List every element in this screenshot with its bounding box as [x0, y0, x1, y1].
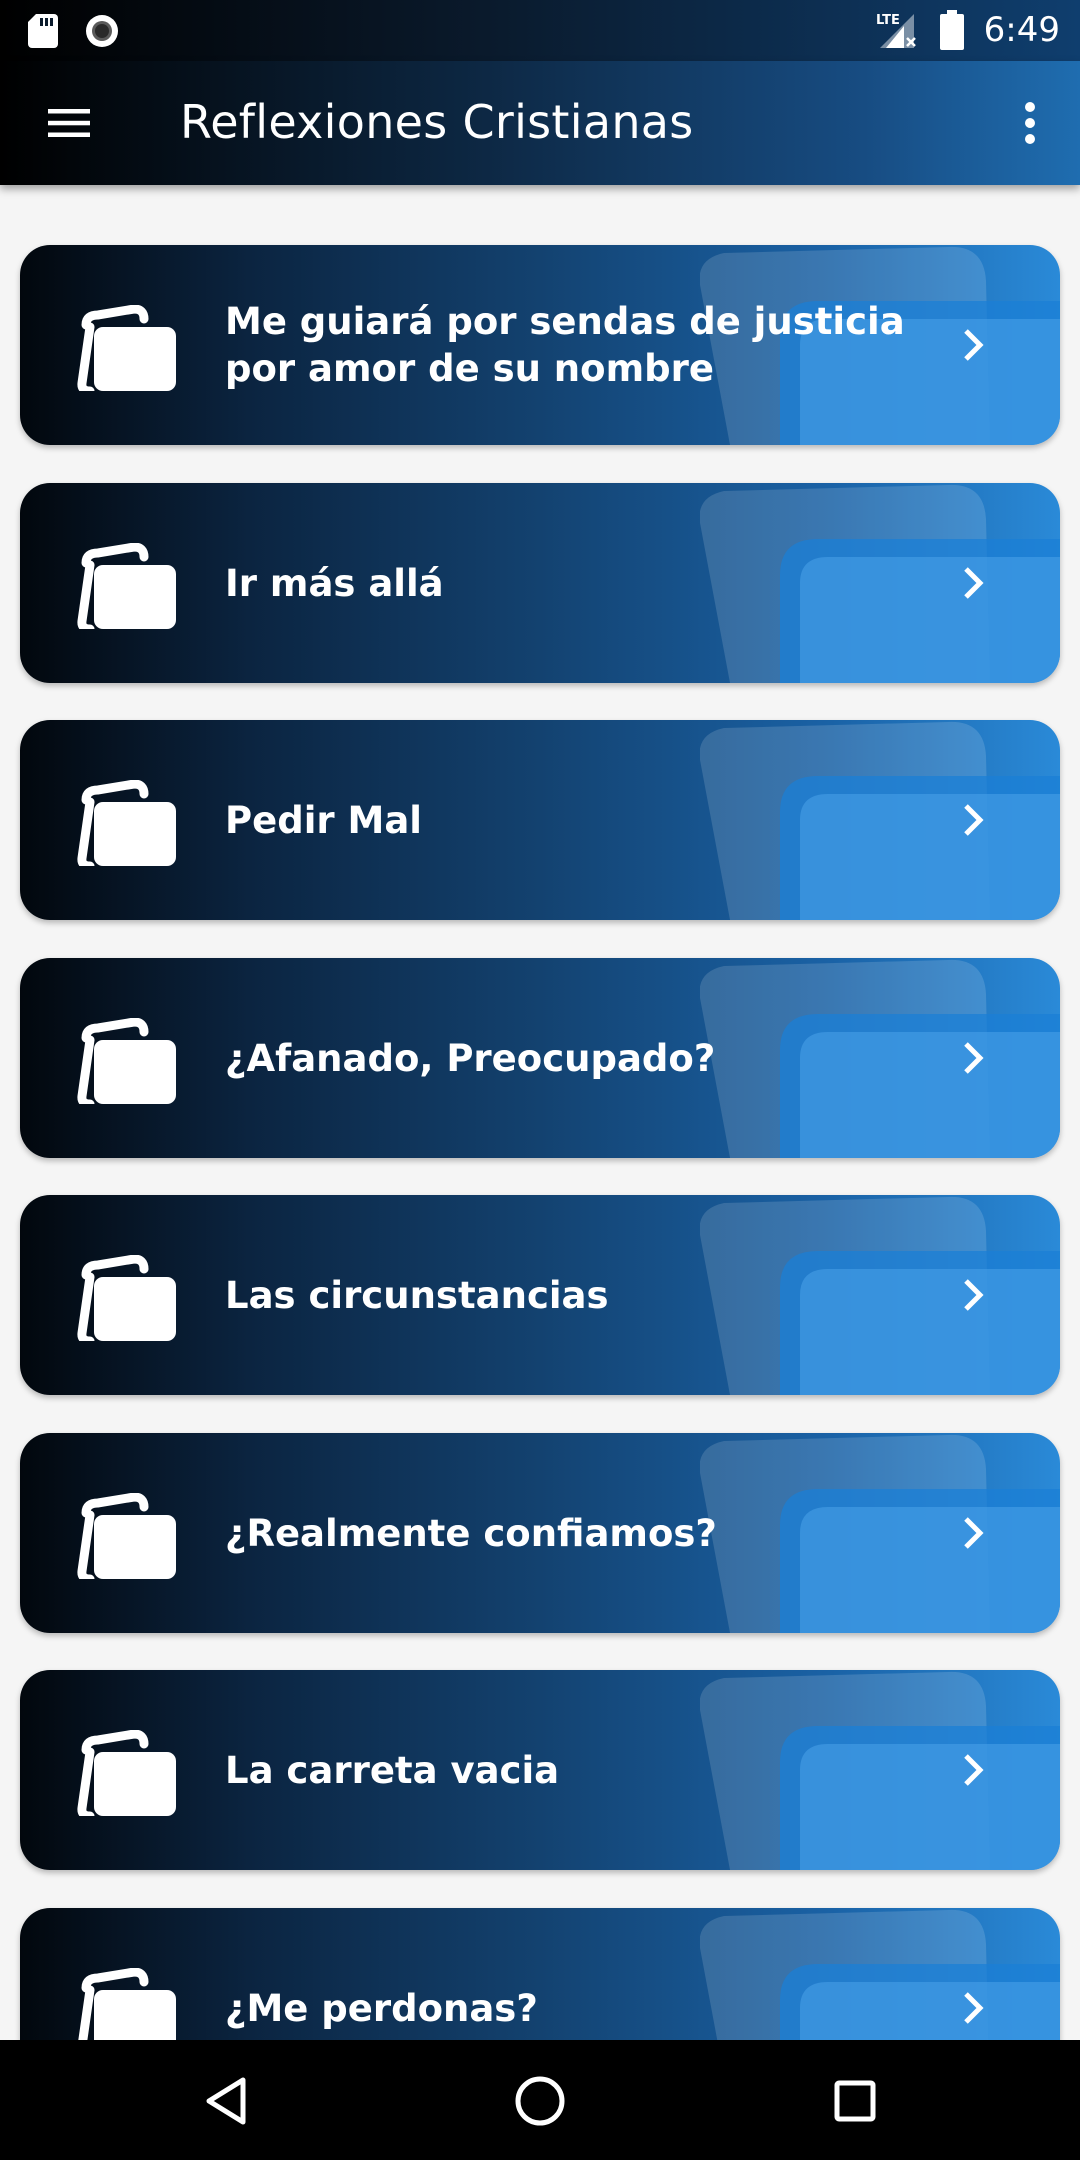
chevron-right-icon — [964, 1517, 984, 1549]
battery-icon — [939, 10, 964, 50]
status-bar: LTE 6:49 — [0, 0, 1080, 61]
cards-icon — [77, 305, 176, 391]
system-nav-bar — [0, 2040, 1080, 2160]
signal-icon: LTE — [876, 13, 916, 48]
cards-icon — [77, 1493, 176, 1579]
reflection-card[interactable]: Ir más allá — [20, 483, 1060, 683]
reflection-card[interactable]: ¿Realmente confiamos? — [20, 1433, 1060, 1633]
back-icon — [206, 2077, 246, 2125]
reflection-card[interactable]: ¿Afanado, Preocupado? — [20, 958, 1060, 1158]
reflection-title: La carreta vacia — [225, 1748, 560, 1792]
reflection-title: Las circunstancias — [225, 1273, 609, 1317]
cards-icon — [77, 543, 176, 629]
clock: 6:49 — [983, 10, 1060, 50]
reflection-title: Pedir Mal — [225, 798, 422, 842]
recents-icon — [834, 2080, 876, 2122]
reflection-title: ¿Realmente confiamos? — [225, 1511, 717, 1555]
chevron-right-icon — [964, 804, 984, 836]
reflection-card[interactable]: Las circunstancias — [20, 1195, 1060, 1395]
recents-button[interactable] — [815, 2066, 895, 2136]
home-button[interactable] — [500, 2066, 580, 2136]
menu-button[interactable] — [30, 91, 108, 155]
cards-icon — [77, 1018, 176, 1104]
cards-icon — [77, 1255, 176, 1341]
cards-icon — [77, 780, 176, 866]
hamburger-menu-icon — [48, 109, 90, 137]
chevron-right-icon — [964, 329, 984, 361]
reflection-card[interactable]: La carreta vacia — [20, 1670, 1060, 1870]
overflow-menu-button[interactable] — [1002, 89, 1058, 157]
sd-card-icon — [28, 14, 58, 48]
chevron-right-icon — [964, 567, 984, 599]
chevron-right-icon — [964, 1279, 984, 1311]
back-button[interactable] — [186, 2066, 266, 2136]
reflection-title: ¿Me perdonas? — [225, 1986, 538, 2030]
reflection-card[interactable]: ¿Me perdonas? — [20, 1908, 1060, 2040]
chevron-right-icon — [964, 1042, 984, 1074]
reflection-title: Me guiará por sendas de justicia por amo… — [225, 300, 905, 390]
more-vert-icon — [1025, 102, 1035, 144]
record-icon — [86, 15, 118, 47]
home-icon — [515, 2076, 565, 2126]
chevron-right-icon — [964, 1754, 984, 1786]
reflection-title: ¿Afanado, Preocupado? — [225, 1036, 716, 1080]
reflection-card[interactable]: Pedir Mal — [20, 720, 1060, 920]
reflection-title: Ir más allá — [225, 561, 444, 605]
app-title: Reflexiones Cristianas — [180, 95, 694, 149]
app-bar: Reflexiones Cristianas — [0, 61, 1080, 185]
network-label: LTE — [876, 13, 900, 28]
reflections-list[interactable]: Me guiará por sendas de justicia por amo… — [0, 185, 1080, 2040]
chevron-right-icon — [964, 1992, 984, 2024]
cards-icon — [78, 1968, 176, 2040]
cards-icon — [77, 1730, 176, 1816]
reflection-card[interactable]: Me guiará por sendas de justicia por amo… — [20, 245, 1060, 445]
